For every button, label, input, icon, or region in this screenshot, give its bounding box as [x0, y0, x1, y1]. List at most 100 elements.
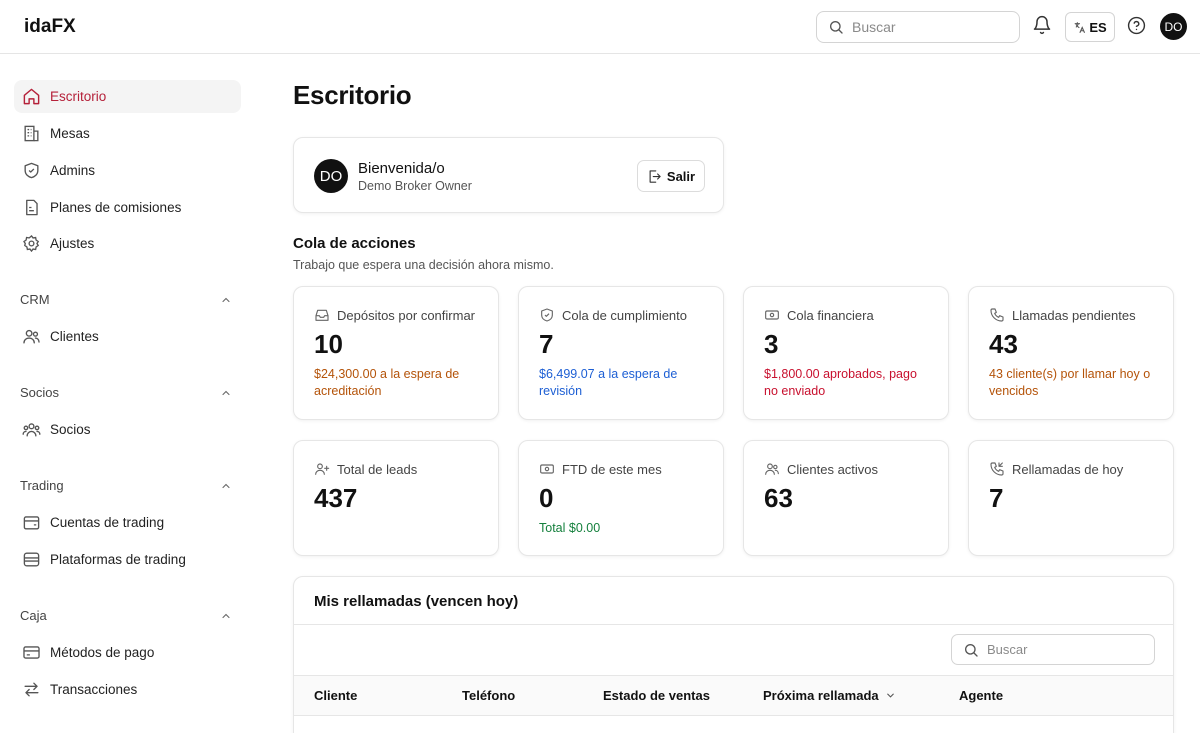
stat-label: Rellamadas de hoy — [1012, 461, 1124, 477]
shield-icon — [21, 161, 41, 181]
sidebar-item-ajustes[interactable]: Ajustes — [14, 227, 241, 260]
stat-value: 63 — [764, 483, 793, 513]
document-icon — [21, 198, 41, 218]
sidebar-item-label: Transacciones — [50, 682, 138, 697]
logout-label: Salir — [666, 168, 696, 184]
column-header-estado[interactable]: Estado de ventas — [603, 688, 710, 703]
stat-label: FTD de este mes — [562, 461, 662, 477]
chevron-up-icon — [222, 297, 230, 302]
search-icon — [830, 21, 843, 34]
search-placeholder: Buscar — [852, 19, 896, 35]
section-header-trading[interactable]: Trading — [20, 478, 232, 493]
search-placeholder: Buscar — [987, 642, 1028, 657]
stat-card-clientes-activos[interactable]: Clientes activos 63 — [743, 440, 949, 556]
chevron-down-icon — [886, 693, 894, 698]
stat-label: Clientes activos — [787, 461, 879, 477]
callbacks-title: Mis rellamadas (vencen hoy) — [314, 593, 519, 610]
logout-button[interactable]: Salir — [637, 160, 705, 192]
sidebar-item-clientes[interactable]: Clientes — [14, 320, 241, 353]
stat-note: $6,499.07 a la espera de revisión — [539, 367, 678, 398]
chevron-up-icon — [222, 390, 230, 395]
search-icon — [965, 643, 978, 657]
inbox-icon — [315, 309, 329, 321]
column-header-cliente[interactable]: Cliente — [314, 688, 357, 703]
user-plus-icon — [315, 463, 330, 475]
stat-note: $1,800.00 aprobados, pago no enviado — [764, 367, 917, 398]
home-icon — [21, 87, 41, 107]
shield-check-icon — [541, 308, 553, 322]
stat-card-cumplimiento[interactable]: Cola de cumplimiento 7 $6,499.07 a la es… — [518, 286, 724, 420]
stat-value: 3 — [764, 329, 779, 359]
section-header-crm[interactable]: CRM — [20, 292, 232, 307]
column-header-agente[interactable]: Agente — [959, 688, 1003, 703]
stat-card-financiera[interactable]: Cola financiera 3 $1,800.00 aprobados, p… — [743, 286, 949, 420]
column-label: Agente — [959, 688, 1004, 703]
sidebar-item-socios[interactable]: Socios — [14, 413, 241, 446]
notifications-button[interactable] — [1032, 15, 1052, 35]
stat-note: 43 cliente(s) por llamar hoy o vencidos — [989, 367, 1151, 398]
global-search-input[interactable]: Buscar — [816, 11, 1020, 43]
translate-icon — [1074, 21, 1086, 33]
users-icon — [21, 327, 41, 347]
welcome-title: Bienvenida/o — [358, 160, 445, 177]
language-selector[interactable]: ES — [1065, 12, 1115, 42]
divider — [294, 624, 1173, 625]
language-code: ES — [1089, 19, 1107, 35]
welcome-subtitle: Demo Broker Owner — [358, 179, 472, 193]
banknote-icon — [540, 464, 554, 474]
stat-note: $24,300.00 a la espera de acreditación — [314, 367, 460, 398]
column-label: Próxima rellamada — [763, 688, 879, 703]
sidebar-item-label: Métodos de pago — [50, 645, 155, 660]
section-title: Trading — [20, 478, 64, 493]
stat-card-llamadas[interactable]: Llamadas pendientes 43 43 cliente(s) por… — [968, 286, 1174, 420]
partners-icon — [21, 420, 41, 440]
sidebar-item-label: Mesas — [50, 126, 90, 141]
stat-value: 7 — [989, 483, 1004, 513]
sidebar-item-admins[interactable]: Admins — [14, 154, 241, 187]
stat-card-ftd[interactable]: FTD de este mes 0 Total $0.00 — [518, 440, 724, 556]
sidebar-item-cuentas-trading[interactable]: Cuentas de trading — [14, 506, 241, 539]
stat-value: 43 — [989, 329, 1018, 359]
page-title: Escritorio — [293, 80, 412, 110]
sidebar-item-label: Planes de comisiones — [50, 200, 182, 215]
credit-card-icon — [21, 643, 41, 663]
callbacks-search-input[interactable]: Buscar — [951, 634, 1155, 665]
users-icon — [765, 463, 779, 475]
help-icon — [1127, 16, 1146, 35]
sidebar-item-metodos-pago[interactable]: Métodos de pago — [14, 636, 241, 669]
stat-label: Cola de cumplimiento — [562, 307, 688, 323]
table-header: Cliente Teléfono Estado de ventas Próxim… — [294, 675, 1173, 716]
column-header-telefono[interactable]: Teléfono — [462, 688, 515, 703]
avatar: DO — [314, 159, 348, 193]
sidebar-item-planes[interactable]: Planes de comisiones — [14, 191, 241, 224]
gear-icon — [21, 234, 41, 254]
sidebar-item-plataformas-trading[interactable]: Plataformas de trading — [14, 543, 241, 576]
stat-label: Llamadas pendientes — [1012, 307, 1136, 323]
sidebar-item-label: Ajustes — [50, 236, 95, 251]
sidebar-item-transacciones[interactable]: Transacciones — [14, 673, 241, 706]
chevron-up-icon — [222, 613, 230, 618]
app-logo[interactable]: idaFX — [24, 16, 76, 38]
stat-label: Total de leads — [337, 461, 418, 477]
bell-icon — [1033, 15, 1051, 35]
user-avatar[interactable]: DO — [1160, 13, 1187, 40]
help-button[interactable] — [1127, 16, 1146, 35]
stat-value: 7 — [539, 329, 554, 359]
column-label: Cliente — [314, 688, 358, 703]
stat-card-leads[interactable]: Total de leads 437 — [293, 440, 499, 556]
callbacks-card: Mis rellamadas (vencen hoy) Buscar Clien… — [293, 576, 1174, 733]
stat-card-depositos[interactable]: Depósitos por confirmar 10 $24,300.00 a … — [293, 286, 499, 420]
arrows-exchange-icon — [21, 680, 41, 700]
stat-value: 0 — [539, 483, 554, 513]
stat-card-rellamadas[interactable]: Rellamadas de hoy 7 — [968, 440, 1174, 556]
column-header-proxima-rellamada[interactable]: Próxima rellamada — [763, 688, 896, 703]
sidebar-item-label: Clientes — [50, 329, 99, 344]
phone-icon — [990, 308, 1004, 322]
sidebar-item-escritorio[interactable]: Escritorio — [14, 80, 241, 113]
sidebar-item-mesas[interactable]: Mesas — [14, 117, 241, 150]
stat-note: Total $0.00 — [539, 521, 601, 535]
column-label: Teléfono — [462, 688, 516, 703]
section-header-socios[interactable]: Socios — [20, 385, 232, 400]
top-bar: idaFX Buscar ES DO — [0, 0, 1200, 54]
section-header-caja[interactable]: Caja — [20, 608, 232, 623]
